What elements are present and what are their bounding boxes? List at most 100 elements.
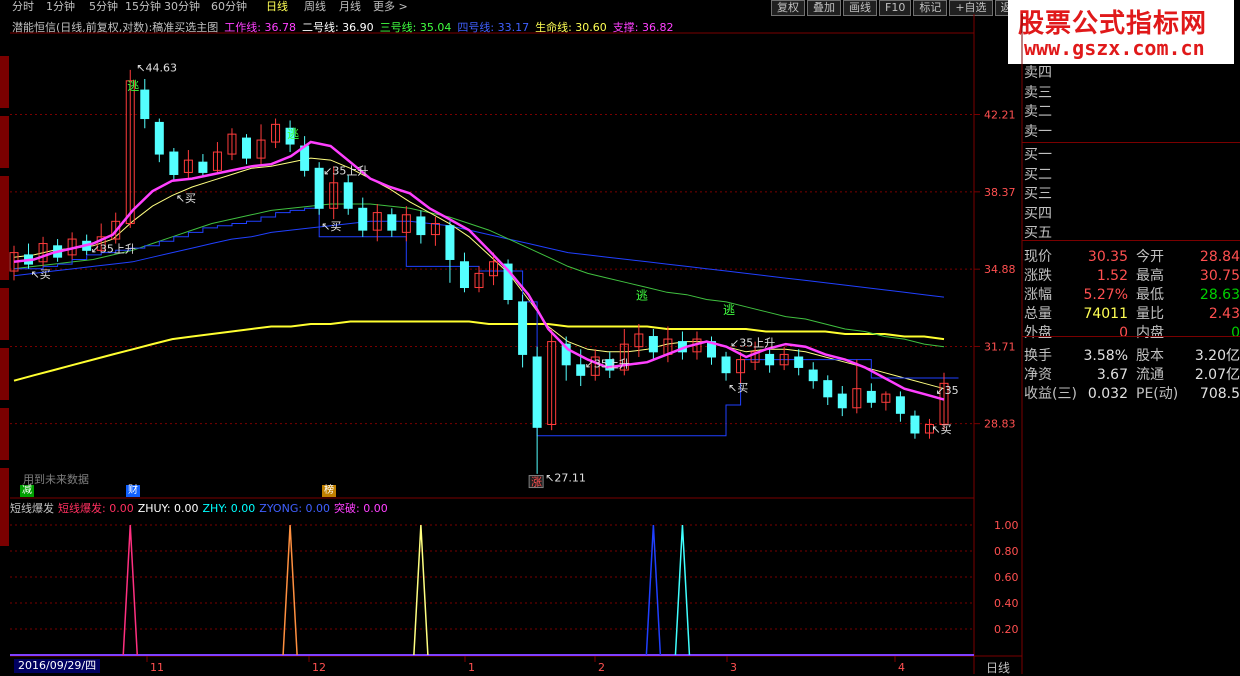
sell-level[interactable]: 卖四 [1024, 64, 1052, 83]
life-line [13, 320, 945, 382]
x-month-label: 3 [730, 661, 737, 674]
sub-y-tick-label: 1.00 [994, 519, 1019, 532]
buy-marker: ↖买 [931, 423, 951, 436]
candle-body [169, 151, 179, 175]
x-start-date: 2016/09/29/四 [14, 659, 101, 673]
quote-value: 3.20亿 [1194, 347, 1240, 364]
legend-item: 生命线: 30.60 [535, 21, 607, 34]
candle-body [314, 167, 324, 209]
quote-value: 3.67 [1096, 366, 1128, 383]
y-tick-label: 28.83 [984, 418, 1016, 431]
quote-value: 28.63 [1199, 286, 1240, 303]
legend-item: 二号线: 36.90 [301, 21, 374, 34]
candle-body [910, 415, 920, 434]
main-legend: 潜能恒信(日线,前复权,对数):稿准买选主图 工作线: 36.78 二号线: 36.… [12, 19, 680, 34]
low-label: ↖27.11 [545, 472, 586, 485]
quote-label: 换手 [1024, 347, 1052, 364]
candle-body [648, 336, 658, 353]
event-tag[interactable]: 财 [126, 485, 140, 497]
zhang-label: 涨 [531, 476, 542, 489]
candle-body [343, 182, 353, 209]
candle-body [242, 137, 251, 159]
event-tag[interactable]: 榜 [322, 485, 336, 497]
sell-level[interactable]: 卖三 [1024, 84, 1052, 103]
quote-value: 3.58% [1083, 347, 1128, 364]
candle-body [459, 261, 469, 289]
candle-body [154, 121, 164, 155]
y-tick-label: 42.21 [984, 108, 1016, 121]
rise35-marker: ↙35上升 [91, 243, 136, 256]
rise35-marker: ↙35上升 [585, 357, 630, 370]
buy-level[interactable]: 买一 [1024, 146, 1052, 165]
sub-y-tick-label: 0.40 [994, 597, 1019, 610]
escape-marker: 逃 [636, 288, 648, 302]
buy-marker: ↖买 [321, 220, 341, 233]
candle-body [198, 161, 208, 173]
candle-body [387, 214, 397, 231]
candle-body [576, 364, 586, 376]
quote-value: 1.52 [1096, 267, 1128, 284]
quote-value: 74011 [1083, 305, 1128, 322]
candle-body [358, 207, 368, 231]
quote-label: 总量 [1024, 305, 1052, 322]
sell-level[interactable]: 卖二 [1024, 103, 1052, 122]
quote-value: 2.43 [1208, 305, 1240, 322]
y-tick-label: 38.37 [984, 186, 1016, 199]
candle-body [445, 225, 455, 260]
quote-value: 0 [1119, 324, 1128, 341]
candle-body [866, 390, 876, 403]
spike-mark [674, 524, 691, 656]
escape-marker: 逃 [723, 303, 735, 317]
spike-mark [282, 524, 298, 656]
quote-label: 最高 [1136, 267, 1164, 284]
x-month-label: 1 [468, 661, 475, 674]
buy-level[interactable]: 买二 [1024, 166, 1052, 185]
quote-label: 内盘 [1136, 324, 1164, 341]
right-35-marker: ↙35 [935, 384, 958, 397]
candle-body [794, 356, 804, 368]
candle-body [837, 393, 847, 409]
quote-label: 最低 [1136, 286, 1164, 303]
panel-separator [1022, 336, 1240, 337]
rise35-marker: ↙35上升 [323, 164, 368, 177]
x-month-label: 11 [150, 661, 164, 674]
spike-mark [413, 524, 429, 656]
quote-label: 现价 [1024, 248, 1052, 265]
quote-label: 收益(三) [1024, 385, 1077, 402]
rise35-marker: ↙35上升 [730, 337, 775, 350]
buy-level[interactable]: 买三 [1024, 185, 1052, 204]
quote-label: 股本 [1136, 347, 1164, 364]
legend-item: 三号线: 35.04 [379, 21, 452, 34]
quote-panel: 卖四 卖三 卖二 卖一 买一 买二 买三 买四 买五 现价 30.35 今开 28.84 涨跌 1.52 最高… [1022, 64, 1240, 402]
sub-legend-item: 短线爆发 [10, 502, 54, 515]
buy-marker: ↖买 [728, 381, 748, 394]
quote-value: 5.27% [1083, 286, 1128, 303]
candle-body [721, 356, 731, 374]
candle-body [532, 356, 542, 428]
legend-item: 支撑: 36.82 [612, 21, 674, 34]
spike-mark [122, 524, 138, 656]
x-month-label: 12 [312, 661, 326, 674]
high-label: ↖44.63 [136, 61, 177, 74]
candle-body [808, 369, 818, 382]
quote-label: 今开 [1136, 248, 1164, 265]
buy-marker: ↖买 [176, 192, 196, 205]
sub-legend-item: ZHY: 0.00 [202, 502, 256, 515]
sub-y-tick-label: 0.20 [994, 623, 1019, 636]
buy-level[interactable]: 买四 [1024, 205, 1052, 224]
sub-y-tick-label: 0.80 [994, 545, 1019, 558]
quote-value: 30.35 [1087, 248, 1128, 265]
buy-marker: ↖买 [31, 268, 51, 281]
candle-body [823, 380, 833, 398]
sub-y-tick-label: 0.60 [994, 571, 1019, 584]
sub-legend: 短线爆发 短线爆发: 0.00 ZHUY: 0.00 ZHY: 0.00 ZYONG: … [10, 500, 392, 515]
x-month-label: 2 [598, 661, 605, 674]
escape-marker: 逃 [287, 127, 299, 141]
sell-level[interactable]: 卖一 [1024, 123, 1052, 142]
sub-legend-item: 突破: 0.00 [334, 502, 388, 515]
event-tag[interactable]: 减 [20, 485, 34, 497]
panel-separator [1022, 142, 1240, 143]
legend-item: 潜能恒信(日线,前复权,对数):稿准买选主图 [12, 21, 219, 34]
quote-value: 28.84 [1199, 248, 1240, 265]
quote-label: 量比 [1136, 305, 1164, 322]
